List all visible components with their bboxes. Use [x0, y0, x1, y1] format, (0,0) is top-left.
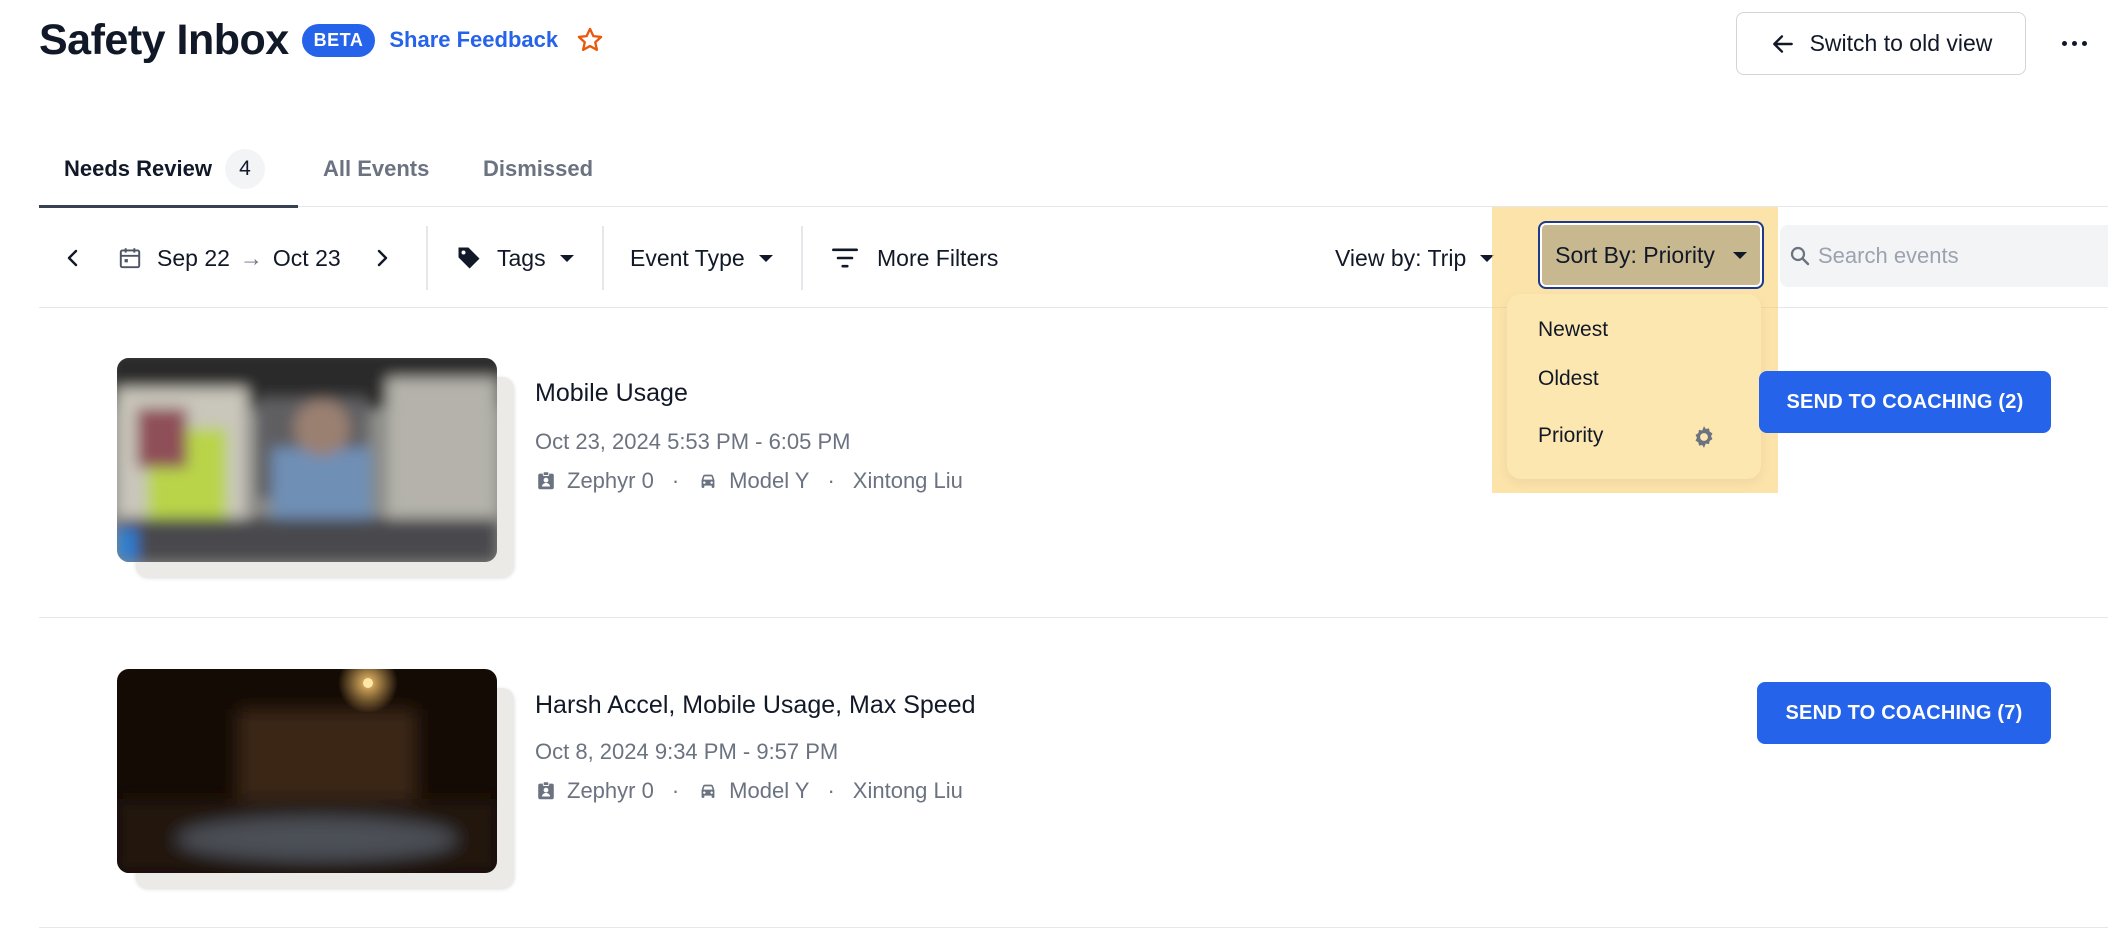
sort-by-label: Sort By: Priority	[1555, 241, 1715, 268]
star-icon[interactable]	[576, 26, 604, 54]
date-start: Sep 22	[157, 244, 230, 271]
search-icon	[1790, 246, 1810, 266]
divider	[426, 226, 428, 290]
tab-dismissed[interactable]: Dismissed	[483, 130, 593, 207]
event-vehicle: Model Y	[729, 468, 810, 493]
car-icon	[701, 784, 715, 798]
date-end: Oct 23	[272, 244, 341, 271]
divider	[801, 226, 803, 290]
event-title: Harsh Accel, Mobile Usage, Max Speed	[535, 691, 976, 719]
event-meta: Zephyr 0 · Model Y · Xintong Liu	[535, 468, 963, 494]
event-driver: Zephyr 0	[567, 778, 654, 803]
event-person: Xintong Liu	[852, 468, 963, 493]
separator: ·	[671, 468, 680, 493]
tab-needs-review[interactable]: Needs Review 4	[64, 130, 265, 207]
tab-label: All Events	[323, 155, 430, 181]
event-person: Xintong Liu	[852, 778, 963, 803]
event-title: Mobile Usage	[535, 379, 688, 407]
event-row[interactable]: Harsh Accel, Mobile Usage, Max Speed Oct…	[39, 618, 2108, 928]
beta-badge: BETA	[301, 23, 376, 57]
tags-filter-dropdown[interactable]: Tags	[455, 208, 574, 308]
sort-by-dropdown[interactable]: Sort By: Priority	[1538, 221, 1764, 289]
separator: ·	[827, 468, 835, 493]
more-filters-label: More Filters	[877, 244, 999, 271]
driver-badge-icon	[538, 471, 554, 490]
next-range-button[interactable]	[370, 208, 394, 308]
count-badge: 4	[224, 148, 265, 189]
event-thumbnail[interactable]	[117, 669, 497, 873]
divider	[602, 226, 604, 290]
filter-icon	[832, 248, 858, 268]
chevron-right-icon	[377, 249, 388, 267]
share-feedback-link[interactable]: Share Feedback	[389, 27, 558, 53]
calendar-icon	[119, 248, 141, 269]
separator: ·	[827, 778, 835, 803]
event-vehicle: Model Y	[729, 778, 810, 803]
switch-button-label: Switch to old view	[1809, 30, 1993, 56]
tab-label: Needs Review	[64, 155, 212, 181]
switch-to-old-view-button[interactable]: Switch to old view	[1736, 12, 2026, 75]
tags-label: Tags	[497, 244, 546, 271]
view-by-label: View by: Trip	[1335, 244, 1467, 271]
more-filters-button[interactable]: More Filters	[831, 208, 998, 308]
chevron-down-icon	[559, 254, 574, 262]
separator: ·	[671, 778, 680, 803]
event-thumbnail-stack[interactable]	[117, 669, 517, 891]
search-input[interactable]	[1818, 243, 2098, 269]
date-arrow: →	[239, 244, 263, 271]
event-thumbnail-stack[interactable]	[117, 358, 517, 580]
tab-label: Dismissed	[483, 155, 594, 181]
more-icon[interactable]	[2062, 29, 2092, 57]
send-to-coaching-button[interactable]: SEND TO COACHING (2)	[1759, 371, 2051, 433]
tab-bar: Needs Review 4 All Events Dismissed	[39, 130, 2108, 208]
date-range-picker[interactable]: Sep 22 → Oct 23	[117, 208, 341, 308]
driver-badge-icon	[538, 781, 554, 800]
event-thumbnail[interactable]	[117, 358, 497, 562]
event-type-filter-dropdown[interactable]: Event Type	[630, 208, 773, 308]
event-time: Oct 8, 2024 9:34 PM - 9:57 PM	[535, 739, 839, 764]
event-driver: Zephyr 0	[567, 468, 654, 493]
search-box	[1780, 225, 2108, 287]
event-time: Oct 23, 2024 5:53 PM - 6:05 PM	[535, 429, 851, 454]
previous-range-button[interactable]	[61, 208, 85, 308]
car-icon	[701, 474, 715, 488]
page-header: Safety Inbox BETA Share Feedback	[39, 12, 604, 68]
event-row[interactable]: Mobile Usage Oct 23, 2024 5:53 PM - 6:05…	[39, 308, 2108, 618]
chevron-down-icon	[1732, 251, 1747, 259]
event-type-label: Event Type	[630, 244, 745, 271]
event-meta: Zephyr 0 · Model Y · Xintong Liu	[535, 778, 963, 804]
arrow-left-icon	[1772, 34, 1793, 53]
tag-icon	[458, 247, 480, 269]
chevron-down-icon	[758, 254, 773, 262]
send-to-coaching-button[interactable]: SEND TO COACHING (7)	[1757, 682, 2051, 744]
chevron-left-icon	[67, 249, 78, 267]
view-by-dropdown[interactable]: View by: Trip	[1335, 208, 1495, 308]
page-title: Safety Inbox	[39, 15, 289, 64]
tab-all-events[interactable]: All Events	[323, 130, 429, 207]
